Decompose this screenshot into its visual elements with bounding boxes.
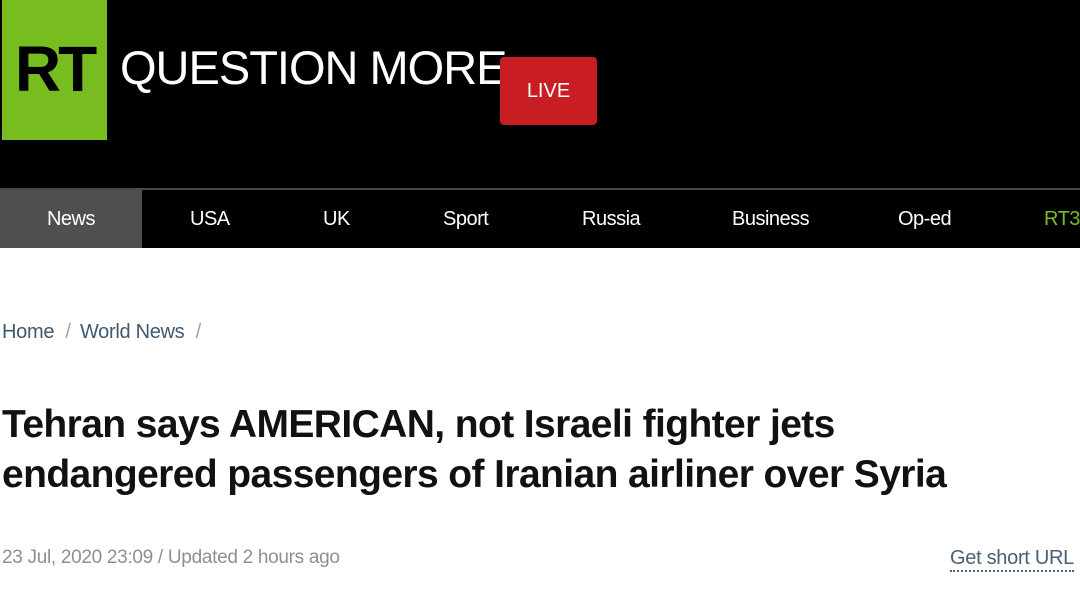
tagline: QUESTION MORE xyxy=(120,41,508,94)
nav-item-russia[interactable]: Russia xyxy=(582,190,641,248)
nav-item-uk[interactable]: UK xyxy=(323,190,350,248)
live-button[interactable]: LIVE xyxy=(500,57,597,125)
rt-logo[interactable]: RT xyxy=(2,0,107,140)
get-short-url-link[interactable]: Get short URL xyxy=(950,546,1074,572)
nav-item-news[interactable]: News xyxy=(0,190,142,248)
breadcrumb-separator: / xyxy=(65,321,71,343)
nav-item-business[interactable]: Business xyxy=(732,190,810,248)
nav-item-rt3[interactable]: RT3 xyxy=(1044,190,1080,248)
article-date: 23 Jul, 2020 23:09 / Updated 2 hours ago xyxy=(2,547,340,568)
breadcrumb-separator: / xyxy=(195,321,202,343)
breadcrumb-world-news[interactable]: World News xyxy=(80,321,185,343)
nav-item-usa[interactable]: USA xyxy=(190,190,230,248)
nav-item-op-ed[interactable]: Op-ed xyxy=(898,190,952,248)
breadcrumb: Home / World News / xyxy=(2,320,205,344)
nav-item-sport[interactable]: Sport xyxy=(443,190,489,248)
site-header: RT QUESTION MORE LIVE xyxy=(0,0,1080,188)
logo-text: RT xyxy=(14,33,97,105)
main-nav: News USA UK Sport Russia Business Op-ed … xyxy=(0,188,1080,248)
article-headline: Tehran says AMERICAN, not Israeli fighte… xyxy=(2,403,947,496)
breadcrumb-home[interactable]: Home xyxy=(2,321,54,343)
